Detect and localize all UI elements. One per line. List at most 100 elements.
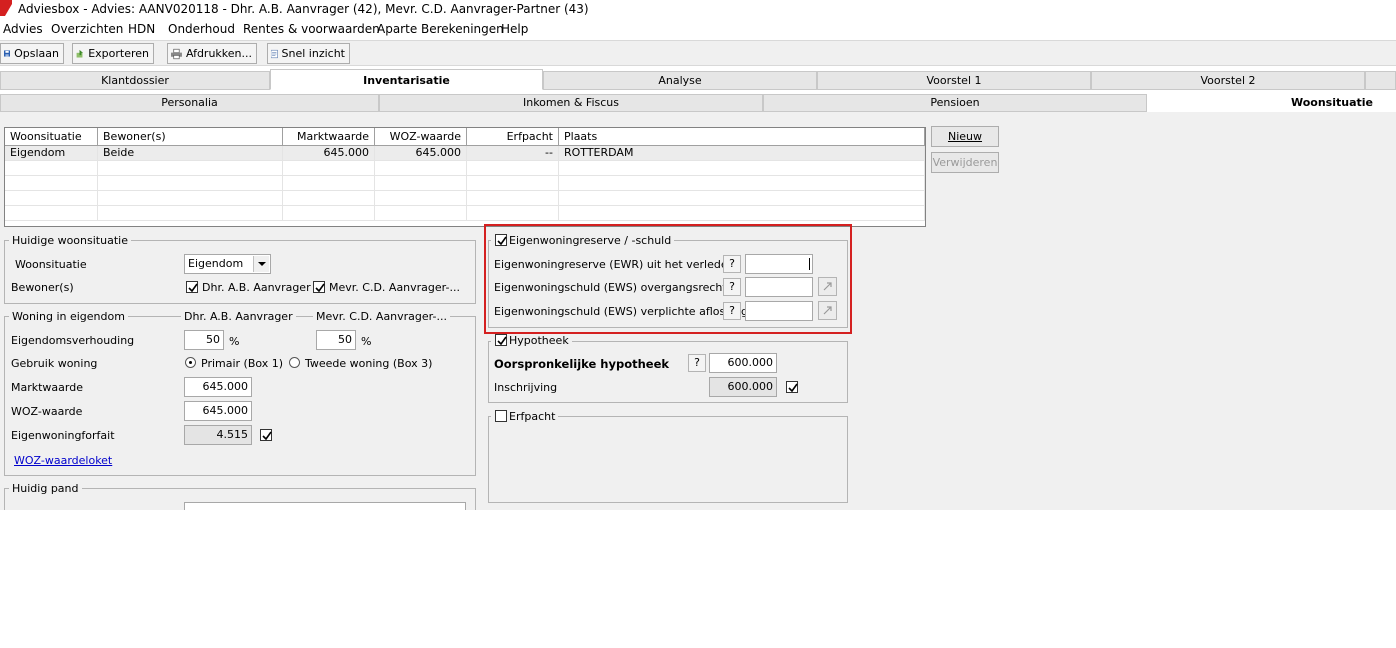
tab-inventarisatie[interactable]: Inventarisatie xyxy=(270,69,543,90)
header-woonsituatie[interactable]: Woonsituatie xyxy=(5,128,98,146)
eigenwoningforfait-input: 4.515 xyxy=(184,425,252,445)
header-bewoners[interactable]: Bewoner(s) xyxy=(98,128,283,146)
cell-bewoners: Beide xyxy=(98,146,283,161)
red-highlight-box xyxy=(484,224,852,334)
menu-hdn[interactable]: HDN xyxy=(128,22,155,36)
menu-rentes[interactable]: Rentes & voorwaarden xyxy=(243,22,380,36)
primair-radio[interactable] xyxy=(185,357,196,368)
oorspronkelijke-hypotheek-input[interactable]: 600.000 xyxy=(709,353,777,373)
chevron-down-icon[interactable] xyxy=(253,256,269,272)
tab-personalia[interactable]: Personalia xyxy=(0,94,379,112)
woning-col2-header: Mevr. C.D. Aanvrager-... xyxy=(313,310,450,323)
grid-header: Woonsituatie Bewoner(s) Marktwaarde WOZ-… xyxy=(5,128,925,146)
floppy-disk-icon xyxy=(4,50,11,57)
table-row-empty xyxy=(5,191,925,206)
woz-waardeloket-link[interactable]: WOZ-waardeloket xyxy=(14,454,112,467)
menu-advies[interactable]: Advies xyxy=(3,22,43,36)
eigendomsverhouding-label: Eigendomsverhouding xyxy=(11,334,135,347)
menu-help[interactable]: Help xyxy=(501,22,528,36)
header-marktwaarde[interactable]: Marktwaarde xyxy=(283,128,375,146)
tab-analyse[interactable]: Analyse xyxy=(543,71,817,90)
cell-woonsituatie: Eigendom xyxy=(5,146,98,161)
checkmark-icon xyxy=(262,431,272,441)
export-button[interactable]: Exporteren xyxy=(72,43,154,64)
checkmark-icon xyxy=(788,383,798,393)
bewoner1-checkbox[interactable] xyxy=(186,281,198,293)
erfpacht-group xyxy=(488,416,848,503)
menu-overzichten[interactable]: Overzichten xyxy=(51,22,123,36)
eigenwoningforfait-label: Eigenwoningforfait xyxy=(11,429,115,442)
quick-insight-label: Snel inzicht xyxy=(281,47,345,60)
bewoner2-checkbox[interactable] xyxy=(313,281,325,293)
cell-woz-waarde: 645.000 xyxy=(375,146,467,161)
erfpacht-checkbox[interactable] xyxy=(495,410,507,422)
inschrijving-input: 600.000 xyxy=(709,377,777,397)
quick-insight-button[interactable]: Snel inzicht xyxy=(267,43,350,64)
document-icon xyxy=(271,49,278,58)
app-logo-icon xyxy=(0,0,12,16)
woz-waarde-input[interactable]: 645.000 xyxy=(184,401,252,421)
tab-voorstel-1[interactable]: Voorstel 1 xyxy=(817,71,1091,90)
header-woz-waarde[interactable]: WOZ-waarde xyxy=(375,128,467,146)
marktwaarde-label: Marktwaarde xyxy=(11,381,83,394)
menu-aparte-berekeningen[interactable]: Aparte Berekeningen xyxy=(377,22,504,36)
woonsituatie-label: Woonsituatie xyxy=(15,258,87,271)
eigendom2-input[interactable]: 50 xyxy=(316,330,356,350)
woonsituatie-value: Eigendom xyxy=(188,257,244,270)
tab-inkomen-fiscus[interactable]: Inkomen & Fiscus xyxy=(379,94,763,112)
bewoners-label: Bewoner(s) xyxy=(11,281,74,294)
delete-button[interactable]: Verwijderen xyxy=(931,152,999,173)
table-row-empty xyxy=(5,176,925,191)
primair-label: Primair (Box 1) xyxy=(201,357,284,370)
checkmark-icon xyxy=(497,336,507,346)
inschrijving-label: Inschrijving xyxy=(494,381,558,394)
table-row-empty xyxy=(5,206,925,221)
new-button[interactable]: Nieuw xyxy=(931,126,999,147)
tweede-woning-radio[interactable] xyxy=(289,357,300,368)
woning-col1-header: Dhr. A.B. Aanvrager xyxy=(181,310,296,323)
tab-overflow[interactable] xyxy=(1365,71,1396,90)
tab-klantdossier[interactable]: Klantdossier xyxy=(0,71,270,90)
tab-woonsituatie[interactable]: Woonsituatie xyxy=(1147,94,1396,112)
tab-pensioen[interactable]: Pensioen xyxy=(763,94,1147,112)
woonsituatie-select[interactable]: Eigendom xyxy=(184,254,271,274)
cell-erfpacht: -- xyxy=(467,146,559,161)
woz-waarde-label: WOZ-waarde xyxy=(11,405,83,418)
menu-onderhoud[interactable]: Onderhoud xyxy=(168,22,235,36)
window-title: Adviesbox - Advies: AANV020118 - Dhr. A.… xyxy=(18,2,589,16)
marktwaarde-input[interactable]: 645.000 xyxy=(184,377,252,397)
bewoner2-label: Mevr. C.D. Aanvrager-... xyxy=(329,281,460,294)
gebruik-woning-label: Gebruik woning xyxy=(11,357,98,370)
hypotheek-checkbox[interactable] xyxy=(495,334,507,346)
page-bottom-blank xyxy=(0,510,1396,648)
woning-legend: Woning in eigendom xyxy=(9,310,128,323)
checkmark-icon xyxy=(188,283,198,293)
eigendom1-pct: % xyxy=(229,335,240,348)
eigendom1-input[interactable]: 50 xyxy=(184,330,224,350)
export-label: Exporteren xyxy=(88,47,149,60)
header-plaats[interactable]: Plaats xyxy=(559,128,925,146)
cell-plaats: ROTTERDAM xyxy=(559,146,925,161)
huidige-woonsituatie-legend: Huidige woonsituatie xyxy=(9,234,131,247)
forfait-checkbox[interactable] xyxy=(260,429,272,441)
printer-icon xyxy=(171,48,182,59)
tab-voorstel-2[interactable]: Voorstel 2 xyxy=(1091,71,1365,90)
oorspronkelijke-hypotheek-help-button[interactable]: ? xyxy=(688,354,706,372)
inschrijving-checkbox[interactable] xyxy=(786,381,798,393)
save-label: Opslaan xyxy=(14,47,59,60)
bewoner1-label: Dhr. A.B. Aanvrager xyxy=(202,281,311,294)
tweede-woning-label: Tweede woning (Box 3) xyxy=(305,357,433,370)
eigendom2-pct: % xyxy=(361,335,372,348)
oorspronkelijke-hypotheek-label: Oorspronkelijke hypotheek xyxy=(494,357,670,371)
woonsituatie-grid[interactable]: Woonsituatie Bewoner(s) Marktwaarde WOZ-… xyxy=(4,127,926,227)
save-button[interactable]: Opslaan xyxy=(0,43,64,64)
table-row-empty xyxy=(5,161,925,176)
checkmark-icon xyxy=(315,283,325,293)
cell-marktwaarde: 645.000 xyxy=(283,146,375,161)
table-row[interactable]: Eigendom Beide 645.000 645.000 -- ROTTER… xyxy=(5,146,925,161)
print-button[interactable]: Afdrukken... xyxy=(167,43,257,64)
huidig-pand-legend: Huidig pand xyxy=(9,482,82,495)
header-erfpacht[interactable]: Erfpacht xyxy=(467,128,559,146)
print-label: Afdrukken... xyxy=(185,47,252,60)
export-icon xyxy=(76,49,84,58)
